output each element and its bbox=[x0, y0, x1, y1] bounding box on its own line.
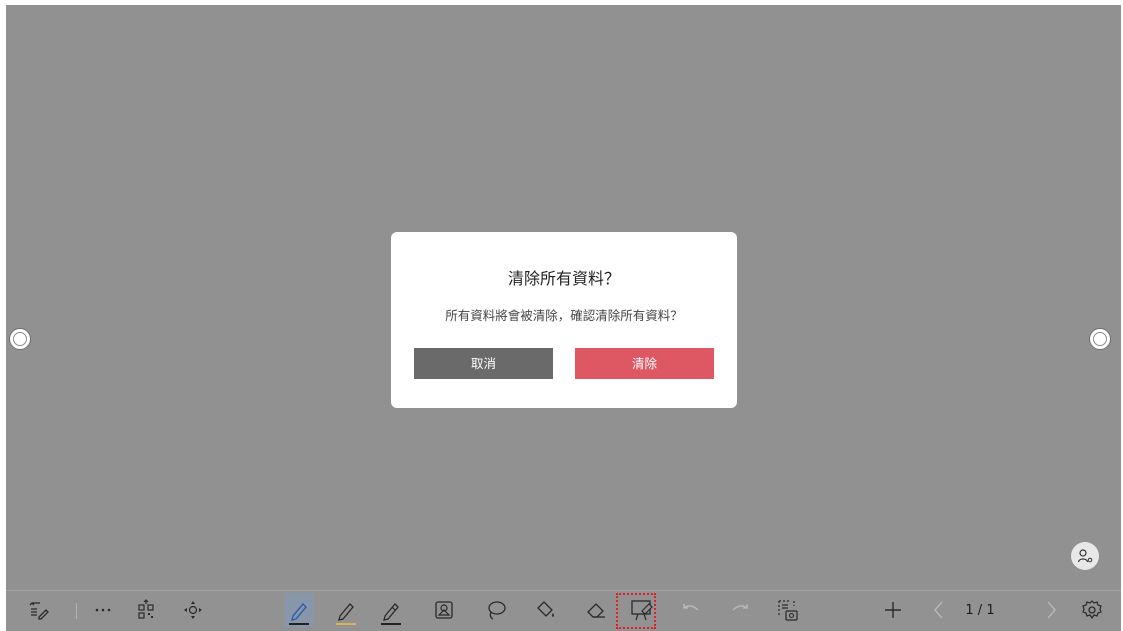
highlighter-tool-button[interactable] bbox=[331, 593, 361, 627]
move-button[interactable] bbox=[178, 593, 208, 627]
screenshot-icon bbox=[778, 600, 798, 621]
settings-icon bbox=[1082, 600, 1102, 620]
exit-whiteboard-button[interactable] bbox=[24, 593, 54, 627]
shape-icon bbox=[435, 601, 453, 619]
toolbar-divider bbox=[76, 603, 77, 619]
fill-tool-button[interactable] bbox=[531, 593, 561, 627]
highlighter-icon bbox=[338, 603, 354, 621]
move-icon bbox=[184, 601, 202, 619]
exit-whiteboard-icon bbox=[29, 602, 49, 620]
more-button[interactable] bbox=[88, 593, 118, 627]
screenshot-button[interactable] bbox=[773, 593, 803, 627]
marker-color-indicator bbox=[381, 623, 401, 625]
left-side-handle[interactable] bbox=[9, 328, 31, 350]
eraser-tool-button[interactable] bbox=[581, 593, 611, 627]
marker-tool-button[interactable] bbox=[376, 593, 406, 627]
bottom-toolbar: 1 / 1 bbox=[6, 590, 1121, 631]
highlighter-color-indicator bbox=[336, 623, 356, 625]
shape-tool-button[interactable] bbox=[429, 593, 459, 627]
qr-code-icon bbox=[138, 599, 154, 619]
redo-icon bbox=[732, 604, 748, 611]
redo-button[interactable] bbox=[725, 593, 755, 627]
clear-board-focus-outline bbox=[616, 593, 656, 629]
fill-icon bbox=[537, 601, 554, 617]
next-page-icon bbox=[1047, 601, 1056, 619]
user-button[interactable] bbox=[1071, 542, 1099, 570]
lasso-tool-button[interactable] bbox=[481, 593, 511, 627]
right-side-handle[interactable] bbox=[1089, 328, 1111, 350]
page-indicator: 1 / 1 bbox=[965, 603, 995, 618]
more-icon bbox=[95, 608, 111, 612]
pen-icon bbox=[291, 602, 307, 621]
marker-icon bbox=[383, 603, 399, 621]
settings-button[interactable] bbox=[1077, 593, 1107, 627]
previous-page-button[interactable] bbox=[924, 593, 954, 627]
clear-confirmation-dialog: 清除所有資料？ 所有資料將會被清除，確認清除所有資料？ 取消 清除 bbox=[391, 232, 737, 408]
eraser-icon bbox=[587, 603, 605, 618]
pen-tool-button[interactable] bbox=[284, 593, 314, 627]
cancel-button[interactable]: 取消 bbox=[414, 348, 553, 379]
pen-color-indicator bbox=[289, 623, 309, 625]
previous-page-icon bbox=[934, 601, 943, 619]
add-page-icon bbox=[885, 602, 901, 618]
confirm-clear-button[interactable]: 清除 bbox=[575, 348, 714, 379]
next-page-button[interactable] bbox=[1036, 593, 1066, 627]
lasso-icon bbox=[488, 601, 506, 620]
qr-code-button[interactable] bbox=[131, 593, 161, 627]
add-page-button[interactable] bbox=[878, 593, 908, 627]
undo-icon bbox=[683, 604, 699, 611]
dialog-message: 所有資料將會被清除，確認清除所有資料？ bbox=[445, 308, 683, 323]
user-icon bbox=[1077, 549, 1093, 563]
dialog-title: 清除所有資料？ bbox=[507, 269, 620, 288]
undo-button[interactable] bbox=[676, 593, 706, 627]
screen: 1 / 1 清除所有資料？ 所有資料將會被清除，確認清除所有資料？ 取消 清除 bbox=[0, 0, 1123, 631]
